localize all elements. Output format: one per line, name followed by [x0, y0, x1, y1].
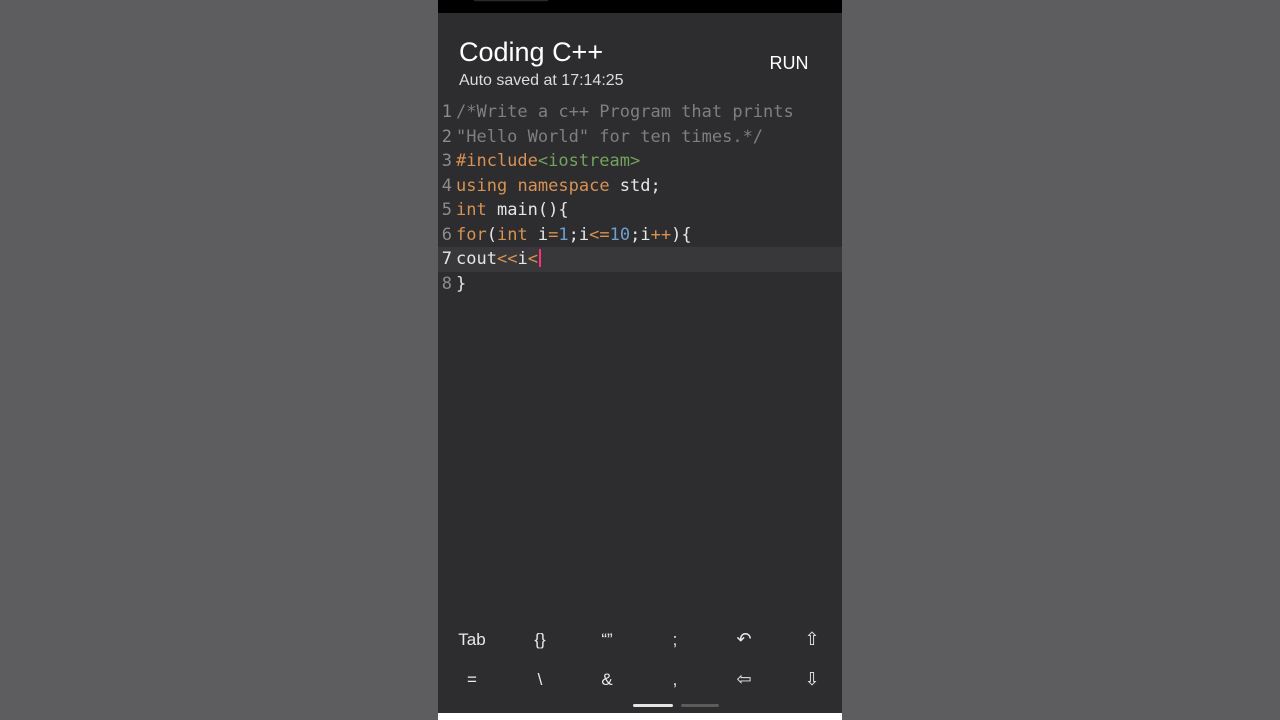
- app-title: Coding C++: [459, 37, 604, 67]
- quotes-key-label: “”: [601, 630, 613, 649]
- phone-screen: Coding C++ Auto saved at 17:14:25 RUN 1/…: [438, 0, 842, 720]
- code-token-keyword: using: [456, 175, 508, 196]
- equals-key[interactable]: =: [444, 660, 500, 700]
- code-token-operator: <: [527, 249, 538, 269]
- line-number: 5: [441, 200, 452, 220]
- code-token-plain: }: [456, 273, 467, 294]
- code-token-plain: main(){: [486, 200, 569, 220]
- code-line[interactable]: 7 cout<<i<: [438, 247, 842, 272]
- code-token-keyword: int: [496, 224, 528, 245]
- code-token-operator: <=: [589, 224, 610, 245]
- line-number: 8: [441, 273, 452, 294]
- semicolon-key-label: ;: [672, 630, 678, 649]
- line-code[interactable]: using namespace std;: [456, 174, 661, 199]
- line-number: 2: [441, 126, 452, 147]
- left-arrow-key[interactable]: ⇦: [716, 660, 772, 700]
- text-cursor: [538, 249, 541, 267]
- backslash-key-label: \: [537, 670, 543, 689]
- code-token-keyword: for: [456, 224, 487, 245]
- code-token-operator: <<: [496, 249, 518, 269]
- line-code[interactable]: }: [456, 272, 466, 297]
- status-bar: [438, 0, 842, 13]
- code-token-operator: ++: [650, 224, 672, 245]
- semicolon-key[interactable]: ;: [647, 620, 703, 660]
- code-line[interactable]: 5 int main(){: [438, 198, 842, 223]
- equals-key-label: =: [467, 670, 477, 689]
- screen-background: Coding C++ Auto saved at 17:14:25 RUN 1/…: [0, 0, 1280, 720]
- line-code[interactable]: /*Write a c++ Program that prints: [456, 100, 794, 125]
- down-arrow-icon: ⇩: [804, 669, 820, 690]
- quotes-key[interactable]: “”: [579, 620, 635, 660]
- code-token-plain: i: [527, 224, 549, 245]
- ampersand-key[interactable]: &: [579, 660, 635, 700]
- app-bar: Coding C++ Auto saved at 17:14:25 RUN: [438, 13, 842, 100]
- code-token-keyword: int: [456, 200, 487, 220]
- code-token-comment: /*Write a c++ Program that prints: [456, 102, 794, 122]
- down-arrow-key[interactable]: ⇩: [784, 660, 840, 700]
- backslash-key[interactable]: \: [512, 660, 568, 700]
- code-token-plain: i: [517, 249, 528, 269]
- tab-key[interactable]: Tab: [444, 620, 500, 660]
- home-indicator-ghost: [681, 704, 719, 707]
- tab-key-label: Tab: [458, 630, 486, 649]
- line-code[interactable]: #include<iostream>: [456, 149, 640, 174]
- undo-key[interactable]: ↶: [716, 620, 772, 660]
- bottom-edge: [438, 713, 842, 720]
- code-token-keyword: namespace: [517, 175, 610, 196]
- line-number: 4: [441, 175, 452, 196]
- code-line[interactable]: 2 "Hello World" for ten times.*/: [438, 125, 842, 150]
- code-line[interactable]: 3 #include<iostream>: [438, 149, 842, 174]
- code-token-directive: #include: [456, 151, 538, 171]
- code-token-plain: ;i: [568, 224, 590, 245]
- up-arrow-icon: ⇧: [804, 629, 820, 650]
- line-number: 3: [441, 151, 452, 171]
- run-button[interactable]: RUN: [756, 49, 822, 77]
- left-arrow-icon: ⇦: [736, 669, 752, 690]
- code-editor[interactable]: 1/*Write a c++ Program that prints 2 "Hell…: [438, 100, 842, 620]
- line-code[interactable]: "Hello World" for ten times.*/: [456, 125, 763, 150]
- undo-icon: ↶: [736, 629, 752, 650]
- line-code[interactable]: for(int i=1;i<=10;i++){: [456, 223, 692, 248]
- code-token-plain: (: [486, 224, 497, 245]
- comma-key-label: ,: [672, 670, 678, 689]
- code-line[interactable]: 1/*Write a c++ Program that prints: [438, 100, 842, 125]
- shift-up-key[interactable]: ⇧: [784, 620, 840, 660]
- code-token-plain: cout: [456, 249, 497, 269]
- status-bar-ghost: [474, 0, 548, 2]
- symbol-keyboard: Tab {} “”; ↶ ⇧ = \ &, ⇦ ⇩: [438, 620, 842, 700]
- autosave-status: Auto saved at 17:14:25: [459, 72, 624, 89]
- line-number: 1: [441, 102, 452, 122]
- code-token-include-target: <iostream>: [537, 151, 641, 171]
- code-token-comment: "Hello World" for ten times.*/: [456, 126, 764, 147]
- line-code[interactable]: cout<<i<: [456, 247, 541, 272]
- comma-key[interactable]: ,: [647, 660, 703, 700]
- code-token-plain: ;i: [630, 224, 651, 245]
- code-token-plain: ){: [671, 224, 692, 245]
- code-token-number: 10: [609, 224, 631, 245]
- code-token-plain: std;: [609, 175, 661, 196]
- ampersand-key-label: &: [601, 670, 613, 689]
- line-number: 7: [441, 249, 452, 269]
- braces-key[interactable]: {}: [512, 620, 568, 660]
- braces-key-label: {}: [534, 630, 546, 649]
- code-line[interactable]: 4 using namespace std;: [438, 174, 842, 199]
- home-indicator[interactable]: [633, 704, 673, 707]
- code-token-number: 1: [558, 224, 569, 245]
- code-line[interactable]: 6 for(int i=1;i<=10;i++){: [438, 223, 842, 248]
- line-number: 6: [441, 224, 452, 245]
- code-token-operator: =: [548, 224, 559, 245]
- code-line[interactable]: 8}: [438, 272, 842, 297]
- line-code[interactable]: int main(){: [456, 198, 569, 223]
